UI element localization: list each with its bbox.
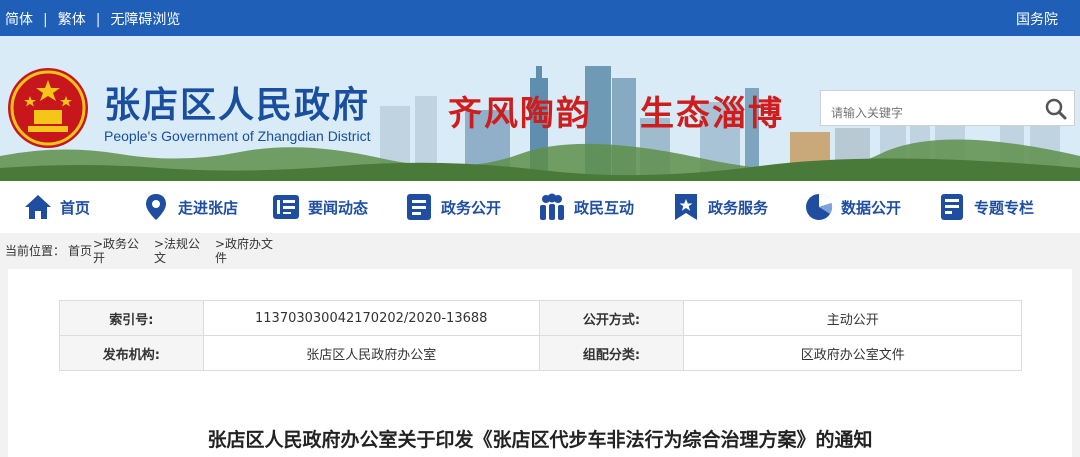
nav-label: 专题专栏 xyxy=(974,198,1035,217)
publisher-label: 发布机构: xyxy=(59,335,204,371)
index-number-label: 索引号: xyxy=(59,300,204,336)
pie-chart-icon xyxy=(803,191,835,223)
document-title: 张店区人民政府办公室关于印发《张店区代步车非法行为综合治理方案》的通知 xyxy=(207,429,873,451)
nav-label: 走进张店 xyxy=(178,198,239,217)
site-title: 张店区人民政府 xyxy=(104,85,371,126)
nav-label: 要闻动态 xyxy=(308,198,369,217)
nav-item-data[interactable]: 数据公开 xyxy=(803,181,901,233)
breadcrumb-link-gov-documents[interactable]: >政府办文件 xyxy=(215,237,277,265)
disclosure-method-value: 主动公开 xyxy=(683,300,1022,336)
nav-label: 数据公开 xyxy=(841,198,902,217)
breadcrumb: 当前位置： 首页 >政务公开 >法规公文 >政府办文件 xyxy=(0,233,1080,269)
slogan-left: 齐风陶韵 xyxy=(448,94,592,134)
nav-item-interaction[interactable]: 政民互动 xyxy=(536,181,634,233)
nav-item-services[interactable]: 政务服务 xyxy=(670,181,768,233)
breadcrumb-prefix: 当前位置： xyxy=(5,244,66,258)
site-banner: 张店区人民政府 People's Government of Zhangdian… xyxy=(0,36,1080,181)
nav-label: 政务服务 xyxy=(708,198,769,217)
home-icon xyxy=(22,191,54,223)
main-nav: 首页 走进张店 要闻动态 政务公开 政民互动 政务服务 数据公开 专题专栏 xyxy=(0,181,1080,233)
nav-item-news[interactable]: 要闻动态 xyxy=(270,181,368,233)
disclosure-method-label: 公开方式: xyxy=(538,300,685,336)
top-bar: 简体 | 繁体 | 无障碍浏览 国务院 xyxy=(0,0,1080,36)
search-box xyxy=(820,90,1075,126)
nav-label: 首页 xyxy=(60,198,91,217)
publisher-value: 张店区人民政府办公室 xyxy=(202,335,540,371)
breadcrumb-home-link[interactable]: 首页 xyxy=(68,244,92,258)
nav-item-home[interactable]: 首页 xyxy=(22,181,90,233)
search-icon[interactable] xyxy=(1044,97,1068,121)
nav-item-topics[interactable]: 专题专栏 xyxy=(936,181,1034,233)
category-label: 组配分类: xyxy=(538,335,685,371)
table-row: 发布机构: 张店区人民政府办公室 组配分类: 区政府办公室文件 xyxy=(59,335,1022,371)
nav-label: 政务公开 xyxy=(441,198,502,217)
slogan-right: 生态淄博 xyxy=(640,94,784,134)
separator: | xyxy=(95,12,101,28)
location-pin-icon xyxy=(140,191,172,223)
breadcrumb-link-gov-affairs[interactable]: >政务公开 xyxy=(93,237,145,265)
national-emblem-logo xyxy=(8,68,88,148)
document-icon xyxy=(403,191,435,223)
search-input[interactable] xyxy=(821,91,1031,125)
news-list-icon xyxy=(270,191,302,223)
nav-item-about[interactable]: 走进张店 xyxy=(140,181,238,233)
article-panel: 索引号: 113703030042170202/2020-13688 公开方式:… xyxy=(8,269,1072,457)
separator: | xyxy=(43,12,48,28)
traditional-chinese-link[interactable]: 繁体 xyxy=(58,9,86,29)
index-number-value: 113703030042170202/2020-13688 xyxy=(202,300,540,336)
document-meta-table: 索引号: 113703030042170202/2020-13688 公开方式:… xyxy=(59,300,1022,371)
language-links: 简体 | 繁体 | 无障碍浏览 xyxy=(5,9,180,29)
breadcrumb-link-regulations[interactable]: >法规公文 xyxy=(154,237,206,265)
simplified-chinese-link[interactable]: 简体 xyxy=(5,9,33,29)
people-icon xyxy=(536,191,568,223)
bookmark-star-icon xyxy=(670,191,702,223)
file-list-icon xyxy=(936,191,968,223)
nav-item-gov-affairs[interactable]: 政务公开 xyxy=(403,181,501,233)
accessible-browse-link[interactable]: 无障碍浏览 xyxy=(110,9,180,29)
category-value: 区政府办公室文件 xyxy=(683,335,1022,371)
state-council-link[interactable]: 国务院 xyxy=(1016,9,1058,29)
table-row: 索引号: 113703030042170202/2020-13688 公开方式:… xyxy=(59,300,1022,336)
nav-label: 政民互动 xyxy=(574,198,635,217)
site-subtitle: People's Government of Zhangdian Distric… xyxy=(104,128,371,144)
